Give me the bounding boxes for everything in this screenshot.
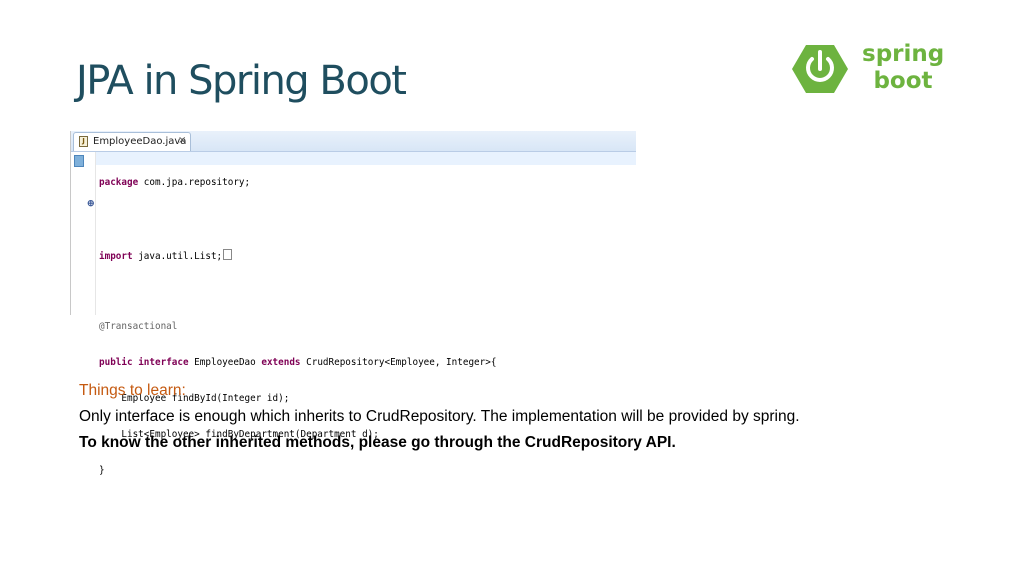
code-editor-screenshot: J EmployeeDao.java ⨯ ⊕ package com.jpa.r… xyxy=(70,131,636,476)
bookmark-marker-icon xyxy=(74,155,84,167)
editor-tab-strip: J EmployeeDao.java ⨯ xyxy=(71,131,636,152)
close-icon[interactable]: ⨯ xyxy=(178,135,186,146)
code-text: java.util.List; xyxy=(132,251,223,262)
folded-block-icon[interactable] xyxy=(223,249,233,260)
code-line: package com.jpa.repository; xyxy=(99,177,496,189)
code-line: } xyxy=(99,465,496,477)
logo-text-spring: spring xyxy=(862,41,945,67)
code-text: EmployeeDao xyxy=(188,357,262,368)
expand-fold-icon[interactable]: ⊕ xyxy=(87,199,95,208)
code-line: @Transactional xyxy=(99,321,496,333)
code-line: public interface EmployeeDao extends Cru… xyxy=(99,357,496,369)
code-keyword: public xyxy=(99,357,133,368)
notes-heading: Things to learn: xyxy=(79,382,186,399)
notes-text: Only interface is enough which inherits … xyxy=(79,408,800,425)
code-text: com.jpa.repository; xyxy=(138,177,251,188)
code-keyword: interface xyxy=(138,357,189,368)
code-keyword: package xyxy=(99,177,139,188)
code-text: } xyxy=(99,465,105,476)
notes-section: Things to learn: Only interface is enoug… xyxy=(79,378,800,456)
code-keyword: extends xyxy=(261,357,301,368)
logo-wordmark: spring boot xyxy=(862,41,944,95)
code-keyword: import xyxy=(99,251,133,262)
editor-tab-label: EmployeeDao.java xyxy=(93,136,187,147)
code-line: import java.util.List; xyxy=(99,249,496,262)
editor-tab[interactable]: J EmployeeDao.java ⨯ xyxy=(73,132,191,151)
editor-gutter: ⊕ xyxy=(71,152,96,315)
code-annotation: @Transactional xyxy=(99,321,178,332)
page-title: JPA in Spring Boot xyxy=(76,58,407,104)
notes-emphasis-text: To know the other inherited methods, ple… xyxy=(79,434,676,451)
java-file-icon: J xyxy=(79,136,88,147)
logo-text-boot: boot xyxy=(873,68,933,94)
code-text: CrudRepository<Employee, Integer>{ xyxy=(300,357,497,368)
